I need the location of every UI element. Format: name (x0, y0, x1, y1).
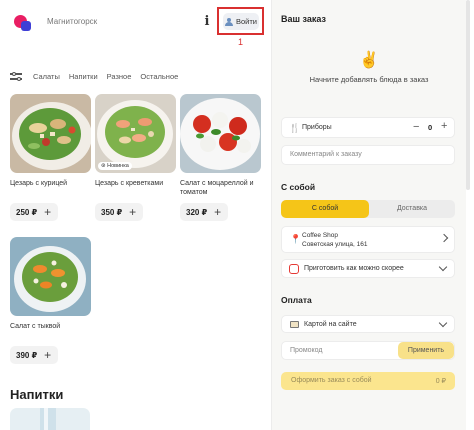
credit-card-icon (290, 321, 299, 328)
info-icon[interactable]: i (198, 12, 216, 32)
product-image[interactable] (10, 237, 91, 316)
payment-method: Картой на сайте (304, 321, 357, 328)
login-button[interactable]: Войти (223, 13, 259, 30)
city-selector[interactable]: Магнитогорск (47, 17, 97, 26)
add-to-cart-button[interactable]: 320 ₽ + (180, 203, 228, 221)
drinks-section-title: Напитки (10, 387, 64, 402)
product-name: Салат с тыквой (10, 323, 61, 330)
login-highlight-box: Войти (217, 7, 264, 35)
category-misc[interactable]: Разное (107, 72, 132, 81)
product-card[interactable]: Салат с моцареллой и томатом 320 ₽ + (180, 94, 261, 221)
add-to-cart-button[interactable]: 350 ₽ + (95, 203, 143, 221)
promo-row: Промокод Применить (281, 341, 455, 360)
increment-button[interactable]: + (441, 120, 447, 132)
product-price: 350 ₽ (101, 207, 123, 217)
annotation-marker: 1 (238, 37, 244, 47)
peace-hand-icon: ✌️ (359, 52, 379, 69)
shop-name: Coffee Shop (302, 232, 339, 239)
clock-icon (289, 264, 299, 274)
product-image[interactable]: ⊛ Новинка (95, 94, 176, 173)
category-salads[interactable]: Салаты (33, 72, 60, 81)
comment-placeholder: Комментарий к заказу (290, 151, 362, 158)
toggle-delivery[interactable]: Доставка (369, 200, 455, 218)
product-image[interactable] (10, 408, 90, 430)
category-other[interactable]: Остальное (140, 72, 178, 81)
product-image[interactable] (10, 94, 91, 173)
checkout-label: Оформить заказ с собой (291, 377, 372, 384)
checkout-total: 0 ₽ (435, 378, 446, 385)
shop-address: Советская улица, 161 (302, 241, 368, 248)
product-price: 390 ₽ (16, 350, 38, 360)
category-drinks[interactable]: Напитки (69, 72, 98, 81)
time-label: Приготовить как можно скорее (304, 265, 404, 272)
chevron-right-icon (439, 233, 449, 243)
payment-select[interactable]: Картой на сайте (281, 315, 455, 333)
app-logo[interactable] (12, 12, 32, 32)
empty-cart-message: Начните добавлять блюда в заказ (309, 75, 429, 84)
plus-icon: + (214, 205, 222, 219)
product-price: 250 ₽ (16, 207, 38, 217)
product-name: Цезарь с креветками (95, 180, 164, 187)
login-label: Войти (236, 17, 257, 26)
header: Магнитогорск i Войти 1 (0, 0, 271, 47)
cutlery-row: 🍴 Приборы − 0 + (281, 117, 455, 138)
user-icon (225, 17, 233, 26)
plus-icon: + (129, 205, 137, 219)
pickup-location[interactable]: 📍 Coffee Shop Советская улица, 161 (281, 226, 455, 253)
checkout-button[interactable]: Оформить заказ с собой 0 ₽ (281, 372, 455, 390)
product-image[interactable] (180, 94, 261, 173)
toggle-takeaway[interactable]: С собой (281, 200, 369, 218)
comment-input[interactable]: Комментарий к заказу (281, 145, 455, 165)
map-pin-icon: 📍 (290, 234, 302, 244)
plus-icon: + (44, 348, 52, 362)
filter-icon[interactable] (10, 70, 23, 82)
category-bar: Салаты Напитки Разное Остальное (10, 68, 178, 84)
product-card[interactable]: ⊛ Новинка Цезарь с креветками 350 ₽ + (95, 94, 176, 221)
promo-input[interactable]: Промокод (290, 347, 323, 354)
new-badge: ⊛ Новинка (98, 162, 132, 170)
chevron-down-icon (438, 318, 448, 328)
fulfillment-toggle: С собой Доставка (281, 200, 455, 218)
product-name: Салат с моцареллой и томатом (180, 180, 254, 196)
decrement-button[interactable]: − (413, 121, 419, 133)
cutlery-count: 0 (428, 123, 433, 132)
product-card[interactable]: Цезарь с курицей 250 ₽ + (10, 94, 91, 221)
cutlery-icon: 🍴 (289, 123, 301, 133)
time-select[interactable]: Приготовить как можно скорее (281, 259, 455, 278)
product-card[interactable]: Салат с тыквой 390 ₽ + (10, 237, 91, 364)
order-panel: Ваш заказ ✌️ Начните добавлять блюда в з… (272, 0, 466, 430)
order-title: Ваш заказ (281, 14, 326, 24)
add-to-cart-button[interactable]: 390 ₽ + (10, 346, 58, 364)
payment-title: Оплата (281, 295, 312, 305)
chevron-down-icon (438, 262, 448, 272)
takeaway-title: С собой (281, 182, 316, 192)
scrollbar[interactable] (466, 0, 470, 190)
apply-promo-button[interactable]: Применить (398, 342, 454, 359)
product-name: Цезарь с курицей (10, 180, 68, 187)
add-to-cart-button[interactable]: 250 ₽ + (10, 203, 58, 221)
product-price: 320 ₽ (186, 207, 208, 217)
plus-icon: + (44, 205, 52, 219)
cutlery-label: Приборы (302, 124, 332, 131)
